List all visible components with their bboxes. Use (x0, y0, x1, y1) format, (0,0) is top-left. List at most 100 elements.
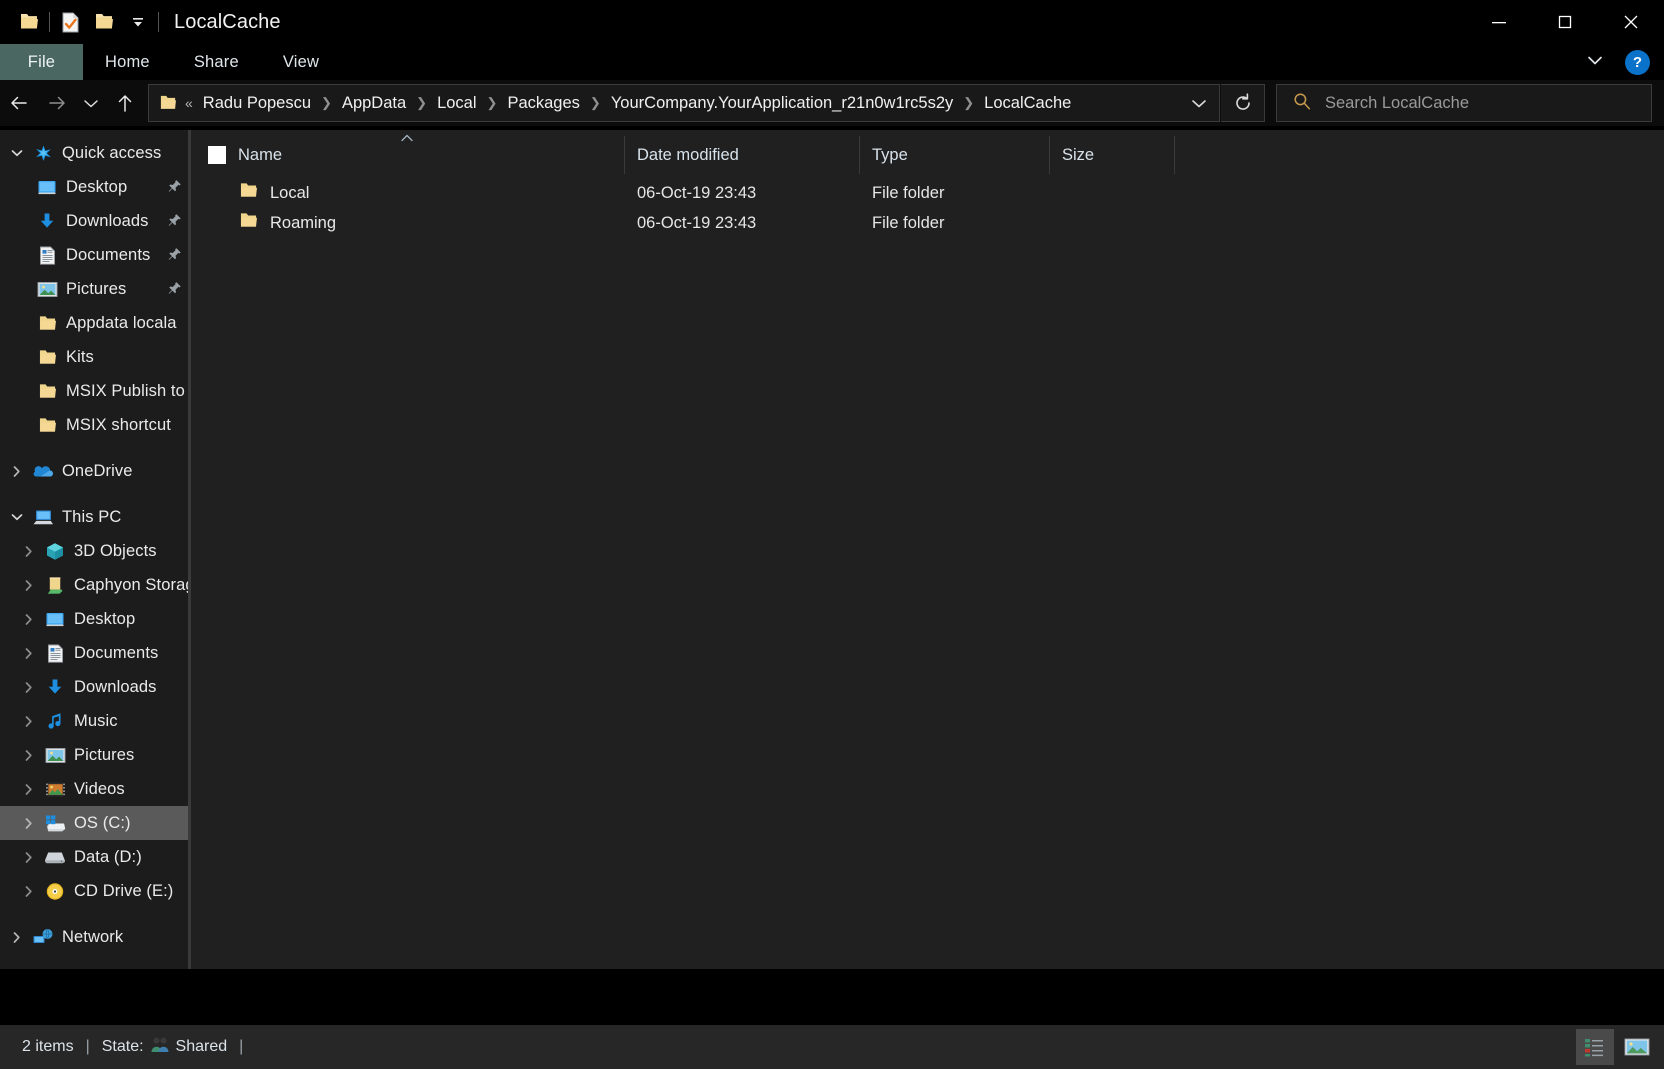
cd-drive-icon (42, 882, 68, 901)
tab-home[interactable]: Home (83, 44, 172, 80)
breadcrumb-overflow[interactable]: « (185, 95, 193, 111)
chevron-right-icon[interactable] (16, 579, 42, 592)
chevron-down-icon[interactable] (4, 147, 30, 159)
folder-icon[interactable] (12, 6, 46, 38)
breadcrumb-chevron-right-icon-2[interactable]: ❯ (480, 95, 505, 111)
pin-icon[interactable] (167, 179, 182, 199)
chevron-right-icon[interactable] (16, 817, 42, 830)
sidebar-group-this-pc[interactable]: This PC (0, 500, 188, 534)
breadcrumb-item-2[interactable]: Local (434, 92, 479, 115)
new-folder-icon[interactable] (87, 6, 121, 38)
sidebar-item-desktop-thispc[interactable]: Desktop (0, 602, 188, 636)
select-all-checkbox[interactable] (208, 146, 226, 164)
breadcrumb-item-1[interactable]: AppData (339, 92, 409, 115)
quick-access-toolbar (0, 6, 162, 38)
close-button[interactable] (1598, 0, 1664, 44)
chevron-right-icon[interactable] (16, 545, 42, 558)
breadcrumb-chevron-right-icon-3[interactable]: ❯ (583, 95, 608, 111)
sidebar-item-msix-publish-to[interactable]: MSIX Publish to (0, 374, 188, 408)
sidebar-group-onedrive[interactable]: OneDrive (0, 454, 188, 488)
breadcrumb-item-4[interactable]: YourCompany.YourApplication_r21n0w1rc5s2… (608, 92, 956, 115)
column-header-date-modified[interactable]: Date modified (625, 136, 860, 174)
sidebar-item-kits[interactable]: Kits (0, 340, 188, 374)
pin-icon[interactable] (167, 281, 182, 301)
customize-qat-icon[interactable] (121, 6, 155, 38)
sidebar-item-desktop[interactable]: Desktop (0, 170, 188, 204)
table-row[interactable]: Roaming 06-Oct-19 23:43 File folder (191, 208, 1664, 238)
download-icon (34, 212, 60, 230)
sidebar-item-caphyon-storage[interactable]: Caphyon Storag (0, 568, 188, 602)
sidebar-item-label: Documents (66, 245, 151, 264)
sidebar-item-music[interactable]: Music (0, 704, 188, 738)
sidebar-item-pictures[interactable]: Pictures (0, 272, 188, 306)
column-header-type[interactable]: Type (860, 136, 1050, 174)
minimize-button[interactable] (1466, 0, 1532, 44)
address-bar[interactable]: « Radu Popescu ❯ AppData ❯ Local ❯ Packa… (148, 84, 1220, 122)
sidebar-item-downloads-thispc[interactable]: Downloads (0, 670, 188, 704)
breadcrumb-chevron-right-icon-0[interactable]: ❯ (314, 95, 339, 111)
sidebar-item-documents-thispc[interactable]: Documents (0, 636, 188, 670)
sidebar-group-network[interactable]: Network (0, 920, 188, 954)
file-type-cell: File folder (872, 213, 945, 232)
sidebar-item-data-d[interactable]: Data (D:) (0, 840, 188, 874)
navigation-pane[interactable]: Quick access Desktop Downloads Documents (0, 130, 188, 969)
chevron-right-icon[interactable] (16, 783, 42, 796)
large-icons-view-button[interactable] (1618, 1029, 1656, 1065)
previous-locations-chevron-down-icon[interactable] (1179, 85, 1219, 121)
tab-share[interactable]: Share (172, 44, 261, 80)
sidebar-item-label: Pictures (66, 279, 127, 298)
chevron-right-icon[interactable] (16, 885, 42, 898)
thispc-icon (30, 509, 56, 526)
chevron-right-icon[interactable] (16, 851, 42, 864)
file-list-view[interactable]: Name Date modified Type Size Local 06-Oc… (191, 130, 1664, 969)
tab-file[interactable]: File (0, 44, 83, 80)
sidebar-item-videos[interactable]: Videos (0, 772, 188, 806)
chevron-right-icon[interactable] (16, 749, 42, 762)
chevron-down-icon[interactable] (4, 511, 30, 523)
chevron-right-icon[interactable] (4, 465, 30, 478)
breadcrumb-chevron-right-icon-4[interactable]: ❯ (956, 95, 981, 111)
chevron-right-icon[interactable] (16, 681, 42, 694)
table-row[interactable]: Local 06-Oct-19 23:43 File folder (191, 178, 1664, 208)
sidebar-item-appdata-locala[interactable]: Appdata locala (0, 306, 188, 340)
search-input[interactable]: Search LocalCache (1325, 94, 1469, 113)
sidebar-item-label: Kits (66, 347, 94, 366)
chevron-right-icon[interactable] (16, 715, 42, 728)
sidebar-item-3d-objects[interactable]: 3D Objects (0, 534, 188, 568)
back-button[interactable] (0, 81, 38, 125)
sidebar-item-os-c[interactable]: OS (C:) (0, 806, 188, 840)
pin-icon[interactable] (167, 247, 182, 267)
recent-locations-chevron-down-icon[interactable] (76, 81, 106, 125)
tab-view[interactable]: View (261, 44, 341, 80)
chevron-right-icon[interactable] (4, 931, 30, 944)
properties-icon[interactable] (53, 6, 87, 38)
file-type-cell: File folder (872, 183, 945, 202)
maximize-button[interactable] (1532, 0, 1598, 44)
chevron-right-icon[interactable] (16, 613, 42, 626)
forward-button[interactable] (38, 81, 76, 125)
help-button[interactable]: ? (1625, 49, 1650, 75)
folder-icon (34, 383, 60, 400)
sidebar-group-quick-access[interactable]: Quick access (0, 136, 188, 170)
sidebar-item-msix-shortcut[interactable]: MSIX shortcut (0, 408, 188, 442)
chevron-right-icon[interactable] (16, 647, 42, 660)
sidebar-item-documents[interactable]: Documents (0, 238, 188, 272)
sidebar-item-downloads[interactable]: Downloads (0, 204, 188, 238)
expand-ribbon-chevron-down-icon[interactable] (1575, 49, 1615, 75)
breadcrumb-item-5[interactable]: LocalCache (981, 92, 1074, 115)
desktop-icon (34, 179, 60, 196)
breadcrumb-chevron-right-icon-1[interactable]: ❯ (409, 95, 434, 111)
search-box[interactable]: Search LocalCache (1276, 84, 1652, 122)
breadcrumb-item-3[interactable]: Packages (504, 92, 582, 115)
refresh-button[interactable] (1221, 84, 1265, 122)
sidebar-item-label: Videos (74, 779, 125, 798)
breadcrumb-item-0[interactable]: Radu Popescu (200, 92, 314, 115)
network-icon (30, 928, 56, 947)
pin-icon[interactable] (167, 213, 182, 233)
column-header-name[interactable]: Name (191, 134, 625, 174)
up-button[interactable] (106, 81, 144, 125)
sidebar-item-pictures-thispc[interactable]: Pictures (0, 738, 188, 772)
details-view-button[interactable] (1576, 1029, 1614, 1065)
sidebar-item-cd-drive-e[interactable]: CD Drive (E:) (0, 874, 188, 908)
column-header-size[interactable]: Size (1050, 136, 1175, 174)
